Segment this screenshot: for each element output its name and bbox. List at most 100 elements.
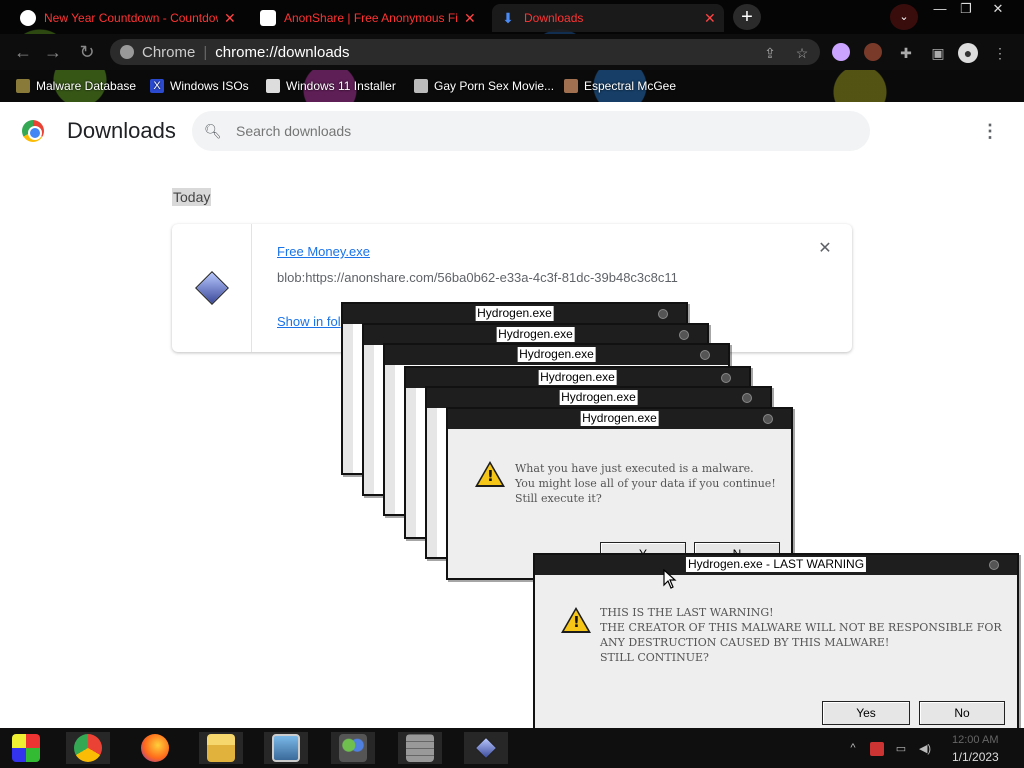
- dialog-titlebar[interactable]: Hydrogen.exe - LAST WARNING: [535, 555, 1017, 575]
- dialog-close-icon[interactable]: [763, 414, 773, 424]
- bookmark-malware-database[interactable]: Malware Database: [16, 76, 136, 96]
- no-button[interactable]: No: [919, 701, 1005, 725]
- dialog-title: Hydrogen.exe: [559, 390, 638, 405]
- download-icon: ⬇: [502, 10, 514, 26]
- dialog-body: THIS IS THE LAST WARNING! THE CREATOR OF…: [535, 575, 1017, 737]
- remove-download-icon[interactable]: ✕: [816, 240, 834, 258]
- start-icon: [12, 734, 40, 762]
- bookmark-windows-11-installer[interactable]: Windows 11 Installer: [266, 76, 396, 96]
- address-bar[interactable]: Chrome | chrome://downloads: [110, 39, 820, 65]
- warning-icon: [561, 607, 591, 633]
- bookmark-espectral-mcgee[interactable]: Espectral McGee: [564, 76, 676, 96]
- hydrogen-icon: [472, 734, 500, 762]
- browser-toolbar: ← → ↻ Chrome | chrome://downloads ⇪ ☆ ✚ …: [0, 34, 1024, 70]
- tab-anonshare[interactable]: AnonShare | Free Anonymous File ✕: [252, 4, 484, 32]
- taskbar-chrome[interactable]: [66, 732, 110, 764]
- bookmark-star-icon[interactable]: ☆: [792, 43, 812, 63]
- restore-icon[interactable]: ❐: [952, 0, 980, 20]
- warning-icon: [475, 461, 505, 487]
- close-icon[interactable]: ✕: [704, 10, 716, 27]
- site-label: Chrome: [142, 43, 196, 61]
- dialog-message: THIS IS THE LAST WARNING! THE CREATOR OF…: [600, 606, 1002, 664]
- dialog-close-icon[interactable]: [700, 350, 710, 360]
- yes-button[interactable]: Yes: [822, 701, 910, 725]
- tab-title: New Year Countdown - Countdown: [44, 11, 218, 25]
- tab-strip: New Year Countdown - Countdown ✕ AnonSha…: [0, 0, 1024, 34]
- site-icon: [414, 79, 428, 93]
- bookmark-label: Malware Database: [36, 79, 137, 93]
- dialog-titlebar[interactable]: Hydrogen.exe: [448, 409, 791, 429]
- tab-title: AnonShare | Free Anonymous File: [284, 11, 458, 25]
- taskbar-firefox[interactable]: [133, 732, 177, 764]
- volume-icon[interactable]: ◀): [918, 742, 932, 756]
- file-name-link[interactable]: Free Money.exe: [277, 244, 370, 259]
- bookmark-label: Espectral McGee: [584, 79, 677, 93]
- bookmark-site-4[interactable]: Gay Porn Sex Movie...: [414, 76, 554, 96]
- taskbar-wall-app[interactable]: [398, 732, 442, 764]
- bookmarks-bar: Malware Database X Windows ISOs Windows …: [0, 70, 1024, 102]
- dialog-title: Hydrogen.exe: [538, 370, 617, 385]
- dialog-close-icon[interactable]: [658, 309, 668, 319]
- taskbar-photos[interactable]: [264, 732, 308, 764]
- dialog-close-icon[interactable]: [742, 393, 752, 403]
- dialog-titlebar[interactable]: Hydrogen.exe: [427, 388, 770, 408]
- forward-icon[interactable]: →: [42, 42, 64, 64]
- dialog-title: Hydrogen.exe - LAST WARNING: [685, 557, 867, 572]
- share-icon[interactable]: ⇪: [760, 43, 780, 63]
- page-title: Downloads: [67, 118, 176, 143]
- dialog-titlebar[interactable]: Hydrogen.exe: [385, 345, 728, 365]
- more-options-icon[interactable]: ⋮: [980, 120, 1000, 142]
- dialog-close-icon[interactable]: [721, 373, 731, 383]
- dialog-message: What you have just executed is a malware…: [515, 462, 776, 505]
- photos-icon: [272, 734, 300, 762]
- extension-flag-icon[interactable]: [832, 43, 850, 61]
- security-alert-icon[interactable]: [870, 742, 884, 756]
- dialog-close-icon[interactable]: [679, 330, 689, 340]
- start-button[interactable]: [4, 732, 48, 764]
- bookmark-label: Windows 11 Installer: [286, 79, 396, 93]
- tab-countdown[interactable]: New Year Countdown - Countdown ✕: [12, 4, 244, 32]
- taskbar-hydrogen[interactable]: [464, 732, 508, 764]
- close-icon[interactable]: ✕: [224, 10, 236, 27]
- dialog-title: Hydrogen.exe: [475, 306, 554, 321]
- bookmark-windows-isos[interactable]: X Windows ISOs: [150, 76, 249, 96]
- browser-menu-icon[interactable]: ⋮: [990, 43, 1010, 63]
- bookmark-icon: [16, 79, 30, 93]
- profile-icon[interactable]: ●: [958, 43, 978, 63]
- dialog-title: Hydrogen.exe: [580, 411, 659, 426]
- back-icon[interactable]: ←: [12, 42, 34, 64]
- new-tab-button[interactable]: +: [733, 4, 761, 30]
- tray-expand-icon[interactable]: ^: [846, 742, 860, 756]
- installer-icon: [266, 79, 280, 93]
- firefox-icon: [141, 734, 169, 762]
- tab-title: Downloads: [524, 11, 584, 25]
- chrome-logo-icon: [22, 120, 44, 142]
- minimize-icon[interactable]: —: [926, 0, 954, 20]
- show-in-folder-link[interactable]: Show in fol: [277, 314, 341, 329]
- people-icon: [339, 734, 367, 762]
- separator: |: [203, 43, 208, 61]
- dialog-titlebar[interactable]: Hydrogen.exe: [343, 304, 686, 324]
- clock-time[interactable]: 12:00 AM: [952, 734, 998, 746]
- taskbar-file-explorer[interactable]: [199, 732, 243, 764]
- network-icon[interactable]: ▭: [894, 742, 908, 756]
- dialog-close-icon[interactable]: [989, 560, 999, 570]
- dialog-titlebar[interactable]: Hydrogen.exe: [364, 325, 707, 345]
- anonshare-icon: [260, 10, 276, 26]
- tab-downloads[interactable]: ⬇ Downloads ✕: [492, 4, 724, 32]
- close-icon[interactable]: ✕: [464, 10, 476, 27]
- extension-avatar-icon[interactable]: [864, 43, 882, 61]
- date-section-header: Today: [172, 188, 212, 206]
- reload-icon[interactable]: ↻: [76, 42, 98, 64]
- dialog-titlebar[interactable]: Hydrogen.exe: [406, 368, 749, 388]
- dialog-title: Hydrogen.exe: [496, 327, 575, 342]
- side-panel-icon[interactable]: ▣: [928, 43, 948, 63]
- file-icon-column: [172, 224, 252, 352]
- tab-search-button[interactable]: ⌄: [890, 4, 918, 30]
- clock-date[interactable]: 1/1/2023: [952, 750, 999, 764]
- window-close-icon[interactable]: ✕: [984, 0, 1012, 20]
- search-box[interactable]: 🔍︎: [192, 111, 870, 151]
- taskbar-people[interactable]: [331, 732, 375, 764]
- extensions-puzzle-icon[interactable]: ✚: [896, 43, 916, 63]
- search-input[interactable]: [236, 123, 836, 139]
